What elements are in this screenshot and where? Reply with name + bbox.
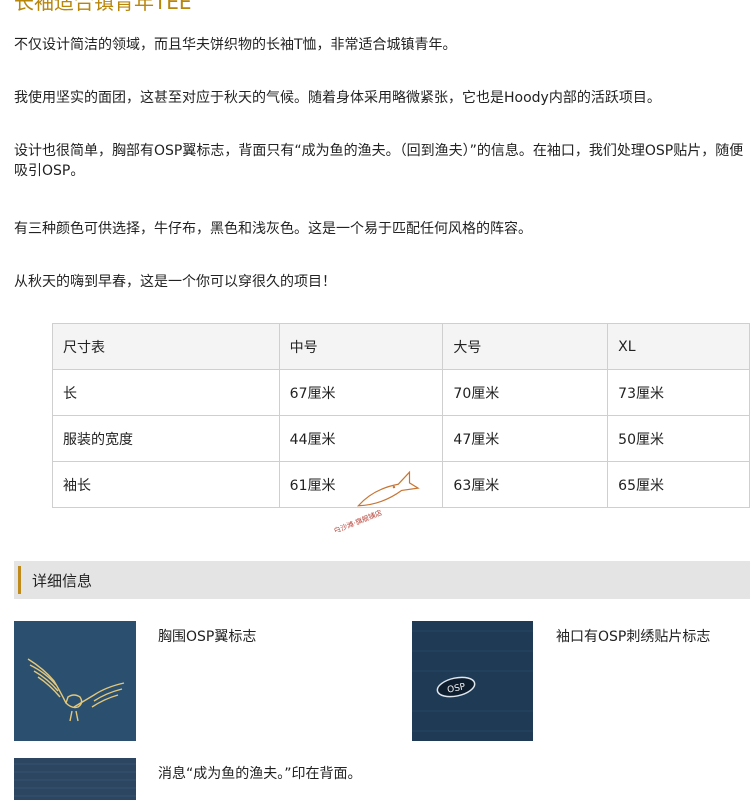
paragraph-fabric: 我使用坚实的面团，这甚至对应于秋天的气候。随着身体采用略微紧张，它也是Hoody… [14, 90, 661, 106]
back-message-photo [14, 758, 136, 800]
watermark-logo: 白沙滩·旗舰铺店 [332, 470, 420, 532]
paragraph-intro: 不仅设计简洁的领域，而且华夫饼织物的长袖T恤，非常适合城镇青年。 [14, 37, 457, 53]
table-header-cell: 中号 [278, 323, 444, 370]
caption-chest-logo: 胸围OSP翼标志 [158, 629, 257, 645]
table-cell: 73厘米 [607, 369, 750, 416]
table-header-cell: 大号 [442, 323, 609, 370]
table-cell: 袖长 [52, 461, 280, 508]
fabric-back-icon [14, 758, 136, 800]
osp-patch-icon: OSP [412, 621, 533, 741]
table-cell: 70厘米 [442, 369, 609, 416]
table-header-cell: 尺寸表 [52, 323, 280, 370]
details-section-header: 详细信息 [14, 561, 750, 599]
table-cell: 47厘米 [442, 415, 609, 462]
table-cell: 50厘米 [607, 415, 750, 462]
section-accent-bar [18, 566, 21, 594]
table-cell: 服装的宽度 [52, 415, 280, 462]
table-cell: 67厘米 [278, 369, 444, 416]
page-title: 长袖适合镇青年TEE [14, 0, 192, 14]
details-section-title: 详细信息 [32, 572, 93, 590]
table-row: 服装的宽度 44厘米 47厘米 50厘米 [52, 415, 750, 462]
table-cell: 65厘米 [607, 461, 750, 508]
caption-back-message: 消息“成为鱼的渔夫。”印在背面。 [158, 766, 362, 782]
paragraph-colors: 有三种颜色可供选择，牛仔布，黑色和浅灰色。这是一个易于匹配任何风格的阵容。 [14, 221, 532, 237]
caption-cuff-patch: 袖口有OSP刺绣贴片标志 [556, 629, 711, 645]
paragraph-design: 设计也很简单，胸部有OSP翼标志，背面只有“成为鱼的渔夫。（回到渔夫）”的信息。… [14, 143, 744, 179]
table-header-row: 尺寸表 中号 大号 XL [52, 323, 750, 370]
chest-logo-photo [14, 621, 136, 741]
watermark-text: 白沙滩·旗舰铺店 [332, 508, 383, 532]
table-row: 长 67厘米 70厘米 73厘米 [52, 369, 750, 416]
cuff-patch-photo: OSP [412, 621, 533, 741]
table-cell: 长 [52, 369, 280, 416]
paragraph-season: 从秋天的嗨到早春，这是一个你可以穿很久的项目！ [14, 274, 336, 290]
table-cell: 63厘米 [442, 461, 609, 508]
table-cell: 44厘米 [278, 415, 444, 462]
table-header-cell: XL [607, 323, 750, 370]
eagle-wing-logo-icon [14, 621, 136, 741]
